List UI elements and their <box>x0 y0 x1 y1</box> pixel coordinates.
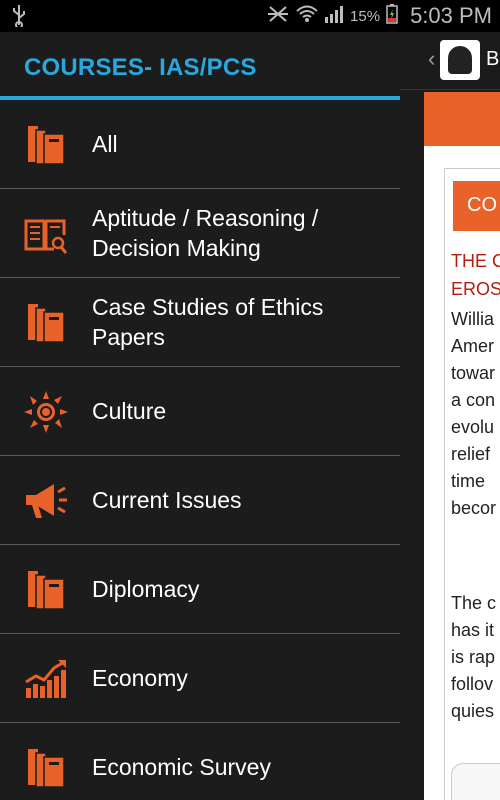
books-icon <box>24 302 68 344</box>
article-line: a con <box>451 390 496 410</box>
clock: 5:03 PM <box>410 3 492 28</box>
article-line: evolu <box>451 417 495 437</box>
background-orange-bar <box>424 92 500 146</box>
article-line: follov <box>451 674 494 694</box>
books-icon <box>24 124 68 166</box>
article-card: CO THE C EROS Willia Amer towar a con ev… <box>444 168 500 800</box>
article-button[interactable] <box>451 763 500 800</box>
course-item-label: Case Studies of Ethics Papers <box>92 294 324 350</box>
course-item-aptitude[interactable]: Aptitude / Reasoning / Decision Making <box>0 189 400 278</box>
battery-percent: 15% <box>350 7 381 25</box>
course-item-current-issues[interactable]: Current Issues <box>0 456 400 545</box>
battery-charging-icon <box>386 3 398 29</box>
article-line: is rap <box>451 647 496 667</box>
status-bar: 15% 5:03 PM <box>0 0 500 32</box>
notification-off-icon <box>266 5 290 28</box>
sun-icon <box>24 391 68 433</box>
chart-icon <box>24 658 68 700</box>
course-item-label: Diplomacy <box>92 576 200 602</box>
course-item-label: All <box>92 131 118 157</box>
megaphone-icon <box>24 480 68 522</box>
book-search-icon <box>24 213 68 255</box>
article-line: relief <box>451 444 491 464</box>
course-item-economy[interactable]: Economy <box>0 634 400 723</box>
article-line: time <box>451 471 486 491</box>
course-item-case-studies[interactable]: Case Studies of Ethics Papers <box>0 278 400 367</box>
article-red-line-1: THE C <box>451 251 500 271</box>
background-action-bar: ‹ B <box>400 32 500 90</box>
books-icon <box>24 569 68 611</box>
app-logo[interactable] <box>440 40 480 80</box>
course-item-diplomacy[interactable]: Diplomacy <box>0 545 400 634</box>
background-app-title: B <box>486 48 500 70</box>
usb-icon <box>12 5 26 32</box>
wifi-icon <box>296 5 318 28</box>
article-line: becor <box>451 498 497 518</box>
background-app: ‹ B CO THE C EROS Willia Amer towar a co… <box>400 32 500 800</box>
course-list: All Aptitude / Reasoning / Decision Maki… <box>0 100 400 800</box>
card-heading: CO <box>453 181 500 231</box>
signal-icon <box>324 5 344 28</box>
course-item-label: Economy <box>92 665 188 691</box>
article-line: Amer <box>451 336 495 356</box>
article-red-line-2: EROS <box>451 279 500 299</box>
article-line: has it <box>451 620 495 640</box>
course-item-label: Aptitude / Reasoning / Decision Making <box>92 205 319 261</box>
article-line: quies <box>451 701 495 721</box>
article-line: Willia <box>451 309 494 329</box>
course-item-all[interactable]: All <box>0 100 400 189</box>
course-item-label: Economic Survey <box>92 754 271 780</box>
article-line: The c <box>451 593 497 613</box>
navigation-drawer: COURSES- IAS/PCS All Aptitude / Reasonin… <box>0 32 400 800</box>
drawer-header: COURSES- IAS/PCS <box>0 32 400 100</box>
article-line: towar <box>451 363 496 383</box>
books-icon <box>24 747 68 789</box>
drawer-title: COURSES- IAS/PCS <box>24 54 257 81</box>
course-item-label: Culture <box>92 398 167 424</box>
course-item-culture[interactable]: Culture <box>0 367 400 456</box>
back-chevron-icon[interactable]: ‹ <box>428 46 435 72</box>
course-item-economic-survey[interactable]: Economic Survey <box>0 723 400 800</box>
course-item-label: Current Issues <box>92 487 242 513</box>
